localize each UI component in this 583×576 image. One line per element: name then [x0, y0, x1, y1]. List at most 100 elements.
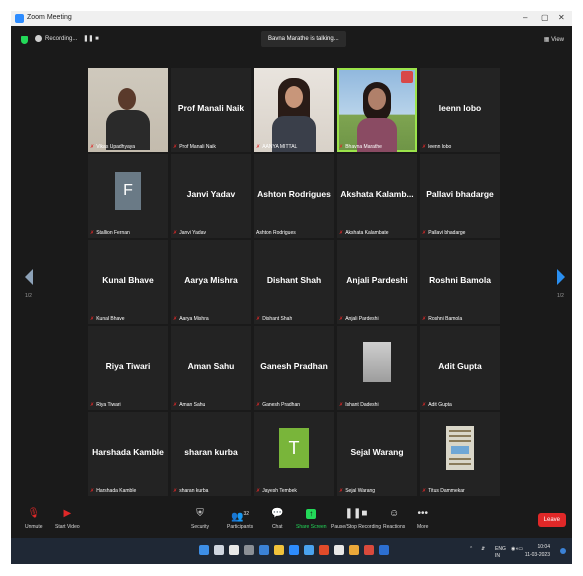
- participant-avatar: F: [115, 172, 141, 210]
- unmute-button[interactable]: 🎙 Unmute: [25, 508, 43, 530]
- taskbar-clock[interactable]: 10:04 11-03-2023: [525, 543, 550, 559]
- participant-tile[interactable]: Kunal Bhave ✗ Kunal Bhave: [88, 240, 168, 324]
- mic-muted-icon: ✗: [339, 316, 344, 322]
- recording-dot-icon: [35, 35, 42, 42]
- task-view-icon[interactable]: [229, 545, 239, 555]
- participant-tile[interactable]: Dishant Shah ✗ Dishant Shah: [254, 240, 334, 324]
- share-screen-button[interactable]: ↑ Share Screen: [296, 508, 327, 530]
- dropbox-icon[interactable]: [334, 545, 344, 555]
- participant-tile[interactable]: Sejal Warang ✗ Sejal Warang: [337, 412, 417, 496]
- start-video-button[interactable]: ▶ Start Video: [55, 508, 80, 530]
- participant-tile[interactable]: Riya Tiwari ✗ Riya Tiwari: [88, 326, 168, 410]
- participant-name-label: ✗ Ishant Dadeshi: [339, 402, 379, 408]
- windows-taskbar: ⌃ ⇵ ENG IN ◉◖▭ 10:04 11-03-2023: [11, 538, 572, 564]
- participant-name-label: ✗ sharan kurba: [173, 488, 209, 494]
- participant-tile[interactable]: Ashton Rodrigues Ashton Rodrigues: [254, 154, 334, 238]
- participant-tile[interactable]: ✗ Ishant Dadeshi: [337, 326, 417, 410]
- participant-name-label: ✗ leenn lobo: [422, 144, 452, 150]
- participant-tile[interactable]: Pallavi bhadarge ✗ Pallavi bhadarge: [420, 154, 500, 238]
- participant-tile[interactable]: Harshada Kamble ✗ Harshada Kamble: [88, 412, 168, 496]
- mic-muted-icon: ✗: [90, 488, 95, 494]
- mic-muted-icon: ✗: [339, 488, 344, 494]
- participant-name-label: ✗ Aman Sahu: [173, 402, 206, 408]
- participant-tile[interactable]: ✗ Titus Dammekar: [420, 412, 500, 496]
- participant-name-label: ✗ AANYA MITTAL: [256, 144, 298, 150]
- previous-page-icon[interactable]: [25, 269, 33, 285]
- participant-tile[interactable]: ✗ AANYA MITTAL: [254, 68, 334, 152]
- language-indicator[interactable]: ENG IN: [495, 546, 506, 560]
- participant-name-label: ✗ Anjali Pardeshi: [339, 316, 379, 322]
- participant-display-name: Prof Manali Naik: [177, 103, 245, 113]
- participant-tile[interactable]: T ✗ Jayesh Tembek: [254, 412, 334, 496]
- tray-chevron-icon[interactable]: ⌃: [469, 546, 473, 552]
- meeting-toolbar: 🎙 Unmute ▶ Start Video ⛨ Security 👥32 Pa…: [11, 504, 572, 538]
- leave-button[interactable]: Leave: [537, 513, 566, 527]
- participant-tile[interactable]: Aman Sahu ✗ Aman Sahu: [171, 326, 251, 410]
- mic-muted-icon: ✗: [90, 402, 95, 408]
- recording-indicator: Recording... ❚❚ ■: [35, 35, 99, 42]
- more-button[interactable]: ••• More: [417, 508, 428, 530]
- participant-name-label: ✗ Bhavna Marathe: [339, 144, 382, 150]
- reactions-icon: ☺: [389, 508, 400, 519]
- pause-recording-button[interactable]: ❚❚■ Pause/Stop Recording: [331, 508, 381, 530]
- unmute-label: Unmute: [25, 524, 43, 530]
- participant-name-label: ✗ Roshni Bamola: [422, 316, 463, 322]
- wifi-sound-battery-icon[interactable]: ◉◖▭: [511, 546, 523, 552]
- app-icon[interactable]: [379, 545, 389, 555]
- store-icon[interactable]: [304, 545, 314, 555]
- zoom-taskbar-icon[interactable]: [289, 545, 299, 555]
- chat-button[interactable]: 💬 Chat: [271, 508, 283, 530]
- participant-display-name: Ganesh Pradhan: [260, 361, 328, 371]
- participant-tile[interactable]: Anjali Pardeshi ✗ Anjali Pardeshi: [337, 240, 417, 324]
- participant-tile[interactable]: ✗ Vikas Upadhyaya: [88, 68, 168, 152]
- participant-tile[interactable]: Ganesh Pradhan ✗ Ganesh Pradhan: [254, 326, 334, 410]
- reactions-label: Reactions: [383, 524, 406, 530]
- mic-muted-icon: ✗: [173, 402, 178, 408]
- participants-button[interactable]: 👥32 Participants: [227, 508, 253, 530]
- file-explorer-icon[interactable]: [274, 545, 284, 555]
- widgets-icon[interactable]: [244, 545, 254, 555]
- participant-tile[interactable]: Akshata Kalamb... ✗ Akshata Kalambate: [337, 154, 417, 238]
- participant-name-label: ✗ Vikas Upadhyaya: [90, 144, 136, 150]
- participant-tile[interactable]: Prof Manali Naik ✗ Prof Manali Naik: [171, 68, 251, 152]
- participant-display-name: Aarya Mishra: [184, 275, 238, 285]
- participant-name-label: ✗ Dishant Shah: [256, 316, 293, 322]
- participant-tile[interactable]: Aarya Mishra ✗ Aarya Mishra: [171, 240, 251, 324]
- firefox-icon[interactable]: [349, 545, 359, 555]
- participant-tile[interactable]: Adit Gupta ✗ Adit Gupta: [420, 326, 500, 410]
- reactions-button[interactable]: ☺ Reactions: [383, 508, 405, 530]
- mic-muted-icon: 🎙: [27, 508, 41, 519]
- close-button[interactable]: ✕: [558, 13, 565, 22]
- mic-muted-icon: ✗: [339, 144, 344, 150]
- security-shield-icon[interactable]: [21, 36, 28, 44]
- participant-name-label: ✗ Janvi Yadav: [173, 230, 206, 236]
- recording-controls[interactable]: ❚❚ ■: [83, 36, 98, 42]
- participant-tile[interactable]: sharan kurba ✗ sharan kurba: [171, 412, 251, 496]
- mic-muted-icon: ✗: [173, 144, 178, 150]
- participant-name-label: ✗ Pallavi bhadarge: [422, 230, 466, 236]
- participant-video-face: [285, 86, 303, 108]
- edge-icon[interactable]: [259, 545, 269, 555]
- participant-video: [118, 88, 136, 110]
- minimize-button[interactable]: –: [523, 13, 527, 22]
- participant-tile[interactable]: Roshni Bamola ✗ Roshni Bamola: [420, 240, 500, 324]
- start-video-label: Start Video: [55, 524, 80, 530]
- next-page-icon[interactable]: [557, 269, 565, 285]
- security-button[interactable]: ⛨ Security: [191, 508, 209, 530]
- participant-tile[interactable]: ✗ Bhavna Marathe: [337, 68, 417, 152]
- participant-display-name: leenn lobo: [438, 103, 482, 113]
- participant-tile[interactable]: F ✗ Stallion Fernan: [88, 154, 168, 238]
- participant-tile[interactable]: leenn lobo ✗ leenn lobo: [420, 68, 500, 152]
- office-icon[interactable]: [319, 545, 329, 555]
- view-button[interactable]: ▦ View: [544, 36, 564, 43]
- participant-tile[interactable]: Janvi Yadav ✗ Janvi Yadav: [171, 154, 251, 238]
- maximize-button[interactable]: ▢: [541, 13, 549, 22]
- mic-muted-icon: ✗: [173, 230, 178, 236]
- clock-date: 11-03-2023: [524, 552, 550, 558]
- notification-icon[interactable]: [560, 548, 566, 554]
- participant-name-label: ✗ Kunal Bhave: [90, 316, 125, 322]
- chrome-icon[interactable]: [364, 545, 374, 555]
- windows-start-icon[interactable]: [199, 545, 209, 555]
- taskbar-search-icon[interactable]: [214, 545, 224, 555]
- window-title: Zoom Meeting: [27, 14, 72, 21]
